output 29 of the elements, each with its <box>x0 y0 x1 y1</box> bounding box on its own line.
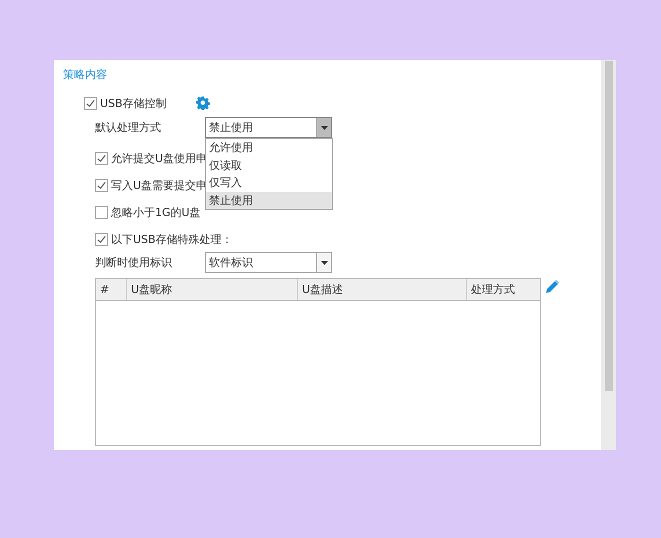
checkbox[interactable] <box>95 206 108 219</box>
dropdown-option[interactable]: 允许使用 <box>206 139 332 156</box>
field-label: 判断时使用标识 <box>95 255 173 270</box>
pencil-icon[interactable] <box>546 280 559 293</box>
checkbox-label: 忽略小于1G的U盘 <box>111 205 201 220</box>
column-header[interactable]: 处理方式 <box>467 279 540 300</box>
dropdown-option[interactable]: 仅读取 <box>206 156 332 174</box>
checkbox-label: 以下USB存储特殊处理： <box>111 232 233 247</box>
checkbox[interactable] <box>95 179 108 192</box>
scrollbar-thumb[interactable] <box>604 61 612 391</box>
column-header[interactable]: U盘描述 <box>298 279 467 300</box>
field-label: 默认处理方式 <box>95 120 162 135</box>
checkbox[interactable] <box>84 96 97 110</box>
checkbox[interactable] <box>95 233 108 246</box>
dropdown-option[interactable]: 仅写入 <box>206 174 332 192</box>
caret-icon <box>320 260 328 264</box>
section-title: 策略内容 <box>63 67 108 81</box>
scrollbar[interactable] <box>601 60 616 450</box>
checkbox-label: USB存储控制 <box>100 96 167 110</box>
checkbox[interactable] <box>95 152 108 165</box>
caret-icon <box>320 126 328 130</box>
checkbox-label: 允许提交U盘使用申 <box>111 151 208 166</box>
dropdown[interactable]: 禁止使用 <box>205 117 332 138</box>
dropdown-option[interactable]: 禁止使用 <box>206 192 332 209</box>
column-header[interactable]: U盘昵称 <box>127 279 298 300</box>
checkbox-label: 写入U盘需要提交申 <box>111 178 208 193</box>
column-header[interactable]: # <box>96 279 127 300</box>
settings-icon[interactable] <box>196 96 210 110</box>
dropdown[interactable]: 软件标识 <box>205 252 332 273</box>
